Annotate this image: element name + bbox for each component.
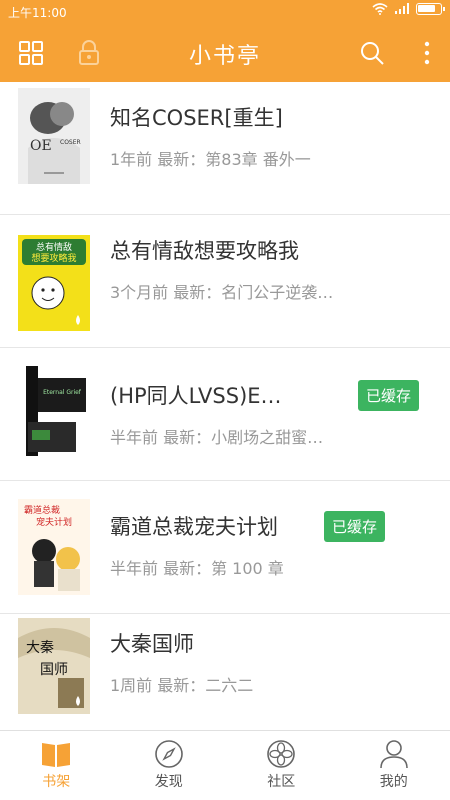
book-update-info: 1年前 最新：第83章 番外一: [110, 150, 311, 169]
book-item[interactable]: 大秦 国师 大秦国师 1周前 最新：二六二: [0, 614, 450, 730]
cached-badge: 已缓存: [358, 380, 420, 411]
tab-label: 书架: [42, 774, 71, 790]
book-item[interactable]: Eternal Grief (HP同人LVSS)E… 已缓存 半年前 最新：小剧…: [0, 348, 450, 481]
tab-bookshelf[interactable]: 书架: [0, 731, 113, 800]
book-title: (HP同人LVSS)E…: [110, 384, 282, 408]
signal-icon: [395, 3, 409, 14]
user-icon: [379, 740, 408, 769]
tab-label: 社区: [267, 774, 296, 790]
wifi-icon: [372, 3, 388, 15]
book-title: 总有情敌想要攻略我: [110, 239, 299, 263]
book-cover[interactable]: Eternal Grief: [18, 364, 90, 460]
book-item[interactable]: 总有情敌 想要攻略我 总有情敌想要攻略我 3个月前 最新：名门公子逆袭…: [0, 215, 450, 348]
book-update-info: 半年前 最新：第 100 章: [110, 559, 284, 578]
cover-subtext: 国师: [40, 662, 68, 678]
book-cover[interactable]: OE COSER: [18, 88, 90, 184]
status-time: 上午11:00: [8, 6, 67, 20]
bookshelf-list[interactable]: OE COSER 知名COSER[重生] 1年前 最新：第83章 番外一 总有情…: [0, 82, 450, 730]
book-cover[interactable]: 霸道总裁 宠夫计划: [18, 499, 90, 595]
book-cover[interactable]: 总有情敌 想要攻略我: [18, 235, 90, 331]
cover-text: 大秦: [26, 640, 54, 656]
cover-text: Eternal Grief: [43, 389, 82, 396]
book-item[interactable]: 霸道总裁 宠夫计划 霸道总裁宠夫计划 已缓存 半年前 最新：第 100 章: [0, 481, 450, 614]
book-item[interactable]: OE COSER 知名COSER[重生] 1年前 最新：第83章 番外一: [0, 82, 450, 215]
book-update-info: 3个月前 最新：名门公子逆袭…: [110, 283, 334, 302]
tab-discover[interactable]: 发现: [113, 731, 226, 800]
cover-subtext: 宠夫计划: [36, 516, 72, 528]
status-icons: [372, 3, 445, 15]
battery-icon: [416, 3, 445, 15]
app-bar: 小书亭: [0, 24, 450, 82]
cover-text: OE: [30, 138, 52, 154]
book-cover[interactable]: 大秦 国师: [18, 618, 90, 714]
bottom-tab-bar: 书架 发现 社区 我的: [0, 730, 450, 800]
cached-badge: 已缓存: [324, 511, 386, 542]
tab-community[interactable]: 社区: [225, 731, 338, 800]
search-icon[interactable]: [357, 38, 387, 68]
book-update-info: 1周前 最新：二六二: [110, 676, 254, 695]
book-title: 大秦国师: [110, 632, 194, 656]
status-bar: 上午11:00: [0, 0, 450, 24]
cover-text: 霸道总裁: [24, 504, 60, 516]
book-title: 霸道总裁宠夫计划: [110, 515, 278, 539]
tab-label: 我的: [379, 774, 408, 790]
compass-icon: [154, 740, 183, 768]
community-icon: [267, 740, 296, 768]
tab-label: 发现: [154, 774, 183, 790]
cover-subtext: COSER: [60, 139, 81, 146]
more-icon[interactable]: [412, 38, 442, 68]
cover-text: 总有情敌: [36, 241, 72, 253]
book-update-info: 半年前 最新：小剧场之甜蜜…: [110, 428, 324, 447]
book-title: 知名COSER[重生]: [110, 106, 283, 130]
tab-profile[interactable]: 我的: [338, 731, 450, 800]
cover-subtext: 想要攻略我: [31, 252, 76, 264]
book-icon: [42, 743, 71, 767]
